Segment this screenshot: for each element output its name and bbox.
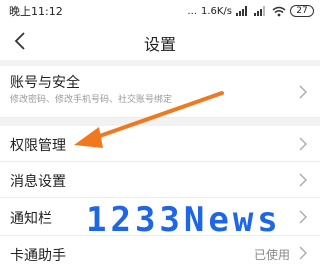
battery-icon: 27 xyxy=(290,5,314,17)
settings-item-messages[interactable]: 消息设置 xyxy=(0,162,320,198)
settings-item-value: 已使用 xyxy=(253,248,290,262)
settings-item-account-security[interactable]: 账号与安全 修改密码、修改手机号码、社交账号绑定 xyxy=(0,66,320,118)
settings-item-title: 账号与安全 xyxy=(10,75,80,91)
network-speed: 1.6K/s xyxy=(200,5,232,17)
wifi-icon xyxy=(272,6,286,16)
settings-item-title: 通知栏 xyxy=(10,211,52,227)
settings-item-title: 权限管理 xyxy=(10,138,66,154)
status-dots: ... xyxy=(187,5,197,17)
settings-item-title: 消息设置 xyxy=(10,174,66,190)
status-icons: ... 1.6K/s 27 xyxy=(187,3,314,19)
chevron-right-icon xyxy=(299,137,307,151)
settings-item-subtitle: 修改密码、修改手机号码、社交账号绑定 xyxy=(10,95,173,105)
chevron-right-icon xyxy=(299,173,307,187)
chevron-right-icon xyxy=(299,210,307,224)
page-title: 设置 xyxy=(143,35,176,54)
settings-item-title: 卡通助手 xyxy=(10,248,66,264)
signal-icon xyxy=(236,6,247,16)
status-bar: 晚上11:12 ... 1.6K/s 27 xyxy=(0,0,320,22)
chevron-right-icon xyxy=(299,246,307,260)
settings-item-permissions[interactable]: 权限管理 xyxy=(0,126,320,162)
settings-item-cartoon-assistant[interactable]: 卡通助手 已使用 xyxy=(0,236,320,265)
watermark: 1233News xyxy=(86,200,282,240)
signal-icon-2 xyxy=(254,6,265,16)
status-time: 晚上11:12 xyxy=(9,5,63,18)
chevron-right-icon xyxy=(299,85,307,99)
section-gap xyxy=(0,118,320,126)
nav-bar: 设置 xyxy=(0,22,320,60)
